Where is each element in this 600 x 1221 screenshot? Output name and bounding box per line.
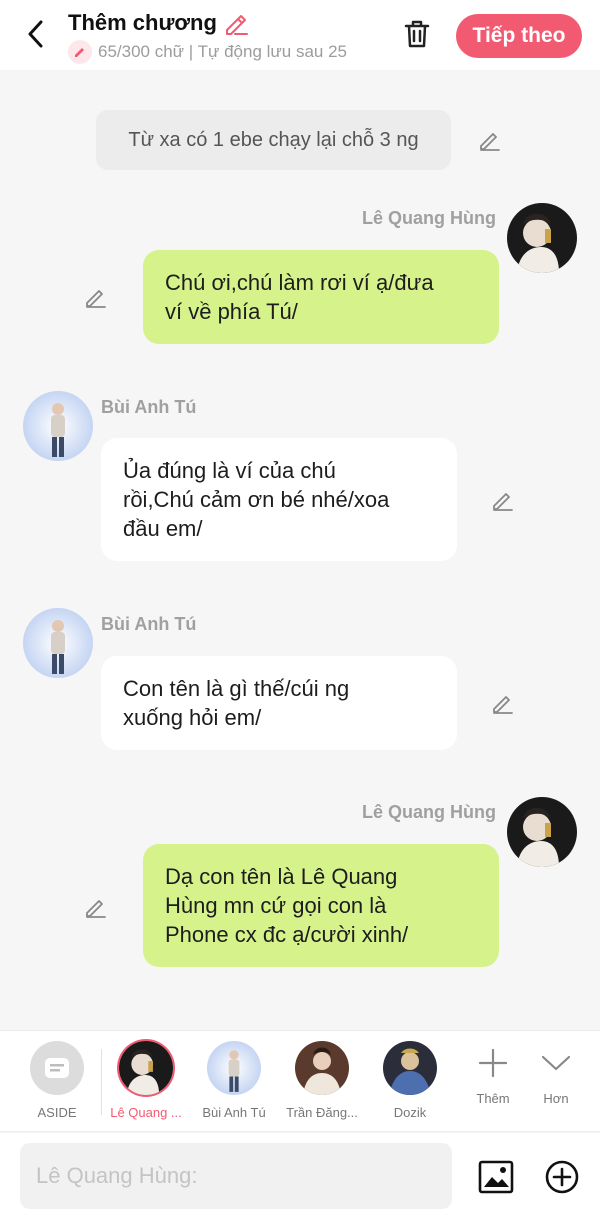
message-line: Ủa đúng là ví của chú: [123, 458, 336, 483]
avatar[interactable]: [507, 797, 577, 867]
character-dozik[interactable]: Dozik: [367, 1041, 453, 1120]
message-bubble[interactable]: Ủa đúng là ví của chú rồi,Chú cảm ơn bé …: [101, 438, 457, 561]
character-tran-dang[interactable]: Trần Đăng...: [279, 1041, 365, 1120]
page-title[interactable]: Thêm chương: [68, 8, 388, 38]
sender-name: Lê Quang Hùng: [362, 802, 496, 822]
character-label: Dozik: [393, 1105, 427, 1120]
character-bar: ASIDE Lê Quang ... Bùi Anh Tú Trần Đăng.…: [0, 1030, 600, 1132]
word-count-status: 65/300 chữ | Tự động lưu sau 25: [68, 40, 374, 64]
input-bar: [0, 1133, 600, 1221]
divider: [101, 1049, 102, 1115]
top-bar: Thêm chương 65/300 chữ | Tự động lưu sau…: [0, 0, 600, 70]
message-bubble[interactable]: Con tên là gì thế/cúi ng xuống hỏi em/: [101, 656, 457, 750]
message-line: xuống hỏi em/: [123, 705, 262, 730]
status-text: 65/300 chữ | Tự động lưu sau 25: [98, 42, 348, 61]
aside-message[interactable]: Từ xa có 1 ebe chạy lại chỗ 3 ng: [96, 110, 451, 170]
edit-message-icon[interactable]: [476, 126, 504, 154]
image-icon: [478, 1160, 514, 1194]
avatar: [119, 1041, 173, 1095]
edit-message-icon[interactable]: [82, 283, 110, 311]
collapse-button[interactable]: Hơn: [526, 1043, 586, 1106]
character-label: Lê Quang ...: [110, 1105, 182, 1120]
title-area: Thêm chương 65/300 chữ | Tự động lưu sau…: [68, 8, 388, 64]
message-bubble[interactable]: Chú ơi,chú làm rơi ví ạ/đưa ví về phía T…: [143, 250, 499, 344]
message-line: Con tên là gì thế/cúi ng: [123, 676, 350, 701]
aside-icon: [30, 1041, 84, 1095]
message-input[interactable]: [20, 1143, 452, 1209]
edit-title-icon[interactable]: [223, 10, 249, 36]
character-aside[interactable]: ASIDE: [14, 1041, 100, 1120]
sender-name: Bùi Anh Tú: [101, 397, 197, 417]
add-character-button[interactable]: Thêm: [463, 1043, 523, 1106]
message-line: Chú ơi,chú làm rơi ví ạ/đưa: [165, 270, 434, 295]
avatar: [207, 1041, 261, 1095]
avatar[interactable]: [23, 391, 93, 461]
character-bui-anh-tu[interactable]: Bùi Anh Tú: [191, 1041, 277, 1120]
message-line: ví về phía Tú/: [165, 299, 298, 324]
sender-name: Lê Quang Hùng: [362, 208, 496, 228]
page-title-text: Thêm chương: [68, 10, 217, 35]
character-label: ASIDE: [37, 1105, 77, 1120]
sender-name: Bùi Anh Tú: [101, 614, 197, 634]
back-arrow-icon: [28, 20, 43, 48]
message-bubble[interactable]: Dạ con tên là Lê Quang Hùng mn cứ gọi co…: [143, 844, 499, 967]
trash-icon: [404, 20, 430, 48]
delete-button[interactable]: [400, 16, 434, 52]
message-line: Phone cx đc ạ/cười xinh/: [165, 922, 409, 947]
action-label: Thêm: [476, 1091, 510, 1106]
character-label: Bùi Anh Tú: [202, 1105, 266, 1120]
pencil-icon: [68, 40, 92, 64]
plus-circle-icon: [545, 1160, 579, 1194]
edit-message-icon[interactable]: [489, 486, 517, 514]
avatar: [383, 1041, 437, 1095]
insert-image-button[interactable]: [476, 1157, 516, 1197]
character-le-quang-hung[interactable]: Lê Quang ...: [103, 1041, 189, 1120]
avatar[interactable]: [507, 203, 577, 273]
chevron-down-icon: [536, 1043, 576, 1083]
character-label: Trần Đăng...: [286, 1105, 358, 1120]
back-button[interactable]: [20, 18, 50, 50]
message-line: rồi,Chú cảm ơn bé nhé/xoa: [123, 487, 390, 512]
edit-message-icon[interactable]: [489, 689, 517, 717]
avatar: [295, 1041, 349, 1095]
next-button[interactable]: Tiếp theo: [456, 14, 582, 58]
message-line: Hùng mn cứ gọi con là: [165, 893, 387, 918]
add-button[interactable]: [542, 1157, 582, 1197]
avatar[interactable]: [23, 608, 93, 678]
message-line: Dạ con tên là Lê Quang: [165, 864, 398, 889]
edit-message-icon[interactable]: [82, 893, 110, 921]
message-line: đầu em/: [123, 516, 203, 541]
action-label: Hơn: [543, 1091, 569, 1106]
plus-icon: [473, 1043, 513, 1083]
